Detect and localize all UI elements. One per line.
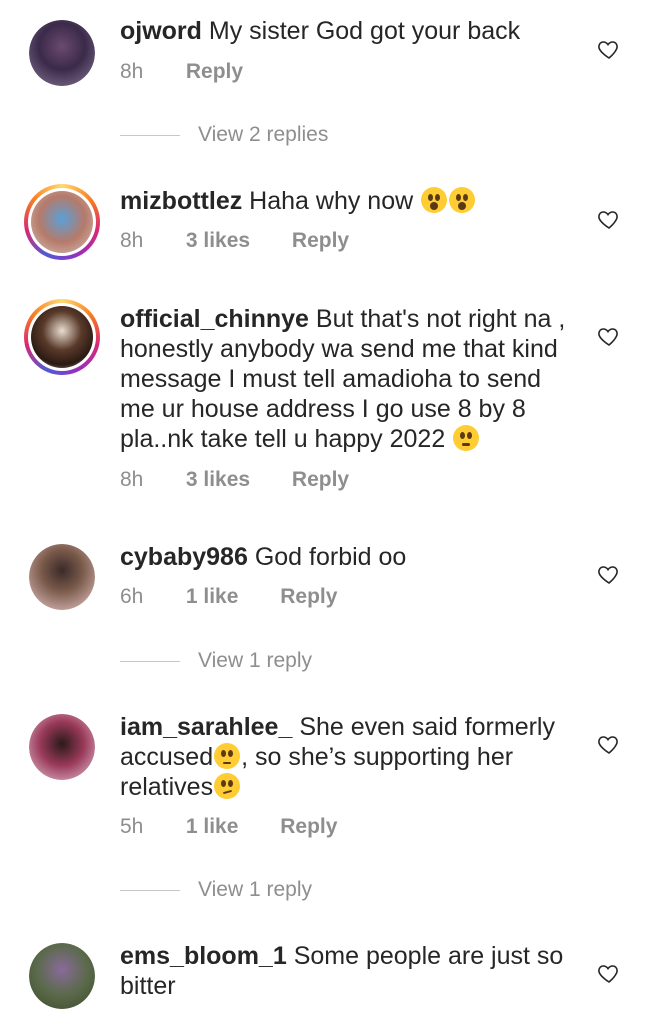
comment-meta: 8h 3 likes Reply [120,226,349,256]
comment-text: ojword My sister God got your back [120,16,575,46]
reply-button[interactable]: Reply [280,582,337,612]
comment-time: 6h [120,585,144,608]
avatar-inner [28,303,96,371]
avatar[interactable] [29,20,95,86]
comment-body: Haha why now [249,187,414,215]
avatar-photo [29,544,95,610]
comment-time: 8h [120,60,144,83]
avatar[interactable] [29,714,95,780]
face-with-rolling-eyes-emoji [214,743,241,769]
likes-count[interactable]: 1 like [186,582,239,612]
comment-text: iam_sarahlee_ She even said formerly acc… [120,712,575,802]
comment-text: official_chinnye But that's not right na… [120,304,575,454]
likes-count[interactable]: 3 likes [186,465,250,495]
comment-username[interactable]: official_chinnye [120,305,309,333]
avatar-inner [28,188,96,256]
comment-text: cybaby986 God forbid oo [120,542,575,572]
avatar-photo [31,191,93,253]
comment-meta: 6h 1 like Reply [120,582,337,612]
comment-meta: 8h 3 likes Reply [120,465,349,495]
comment-username[interactable]: iam_sarahlee_ [120,713,292,741]
reply-button[interactable]: Reply [280,812,337,842]
view-replies-link[interactable]: View 2 replies [120,120,328,150]
comment-username[interactable]: ojword [120,17,202,45]
astonished-face-emoji [449,187,476,213]
comment-text: mizbottlez Haha why now [120,186,575,216]
avatar-photo [29,20,95,86]
heart-outline-icon[interactable] [597,961,621,985]
comment-text: ems_bloom_1 Some people are just so bitt… [120,941,575,1001]
likes-count[interactable]: 1 like [186,812,239,842]
comment-body: My sister God got your back [208,17,521,45]
likes-count[interactable]: 3 likes [186,226,250,256]
comment-meta: 8h Reply [120,57,243,87]
avatar-photo [29,943,95,1009]
comment-time: 5h [120,815,144,838]
comment-time: 8h [120,468,144,491]
comment-username[interactable]: cybaby986 [120,543,248,571]
comment-username[interactable]: mizbottlez [120,187,242,215]
heart-outline-icon[interactable] [597,37,621,61]
view-replies-label: View 2 replies [198,123,329,146]
avatar-photo [31,306,93,368]
heart-outline-icon[interactable] [597,324,621,348]
avatar[interactable] [29,544,95,610]
avatar[interactable] [24,299,100,375]
reply-button[interactable]: Reply [292,226,349,256]
reply-button[interactable]: Reply [292,465,349,495]
comment-meta: 5h 1 like Reply [120,812,337,842]
heart-outline-icon[interactable] [597,562,621,586]
smirking-face-emoji [214,773,241,799]
reply-button[interactable]: Reply [186,57,243,87]
flushed-face-emoji [453,425,480,451]
astonished-face-emoji [421,187,448,213]
view-replies-link[interactable]: View 1 reply [120,646,312,676]
avatar-photo [29,714,95,780]
comment-username[interactable]: ems_bloom_1 [120,942,287,970]
avatar[interactable] [29,943,95,1009]
comment-time: 8h [120,229,144,252]
replies-divider [120,660,180,662]
heart-outline-icon[interactable] [597,207,621,231]
view-replies-label: View 1 reply [198,878,313,901]
comment-body: God forbid oo [254,543,407,571]
avatar[interactable] [24,184,100,260]
view-replies-link[interactable]: View 1 reply [120,875,312,905]
heart-outline-icon[interactable] [597,732,621,756]
view-replies-label: View 1 reply [198,649,313,672]
replies-divider [120,134,180,136]
replies-divider [120,889,180,891]
